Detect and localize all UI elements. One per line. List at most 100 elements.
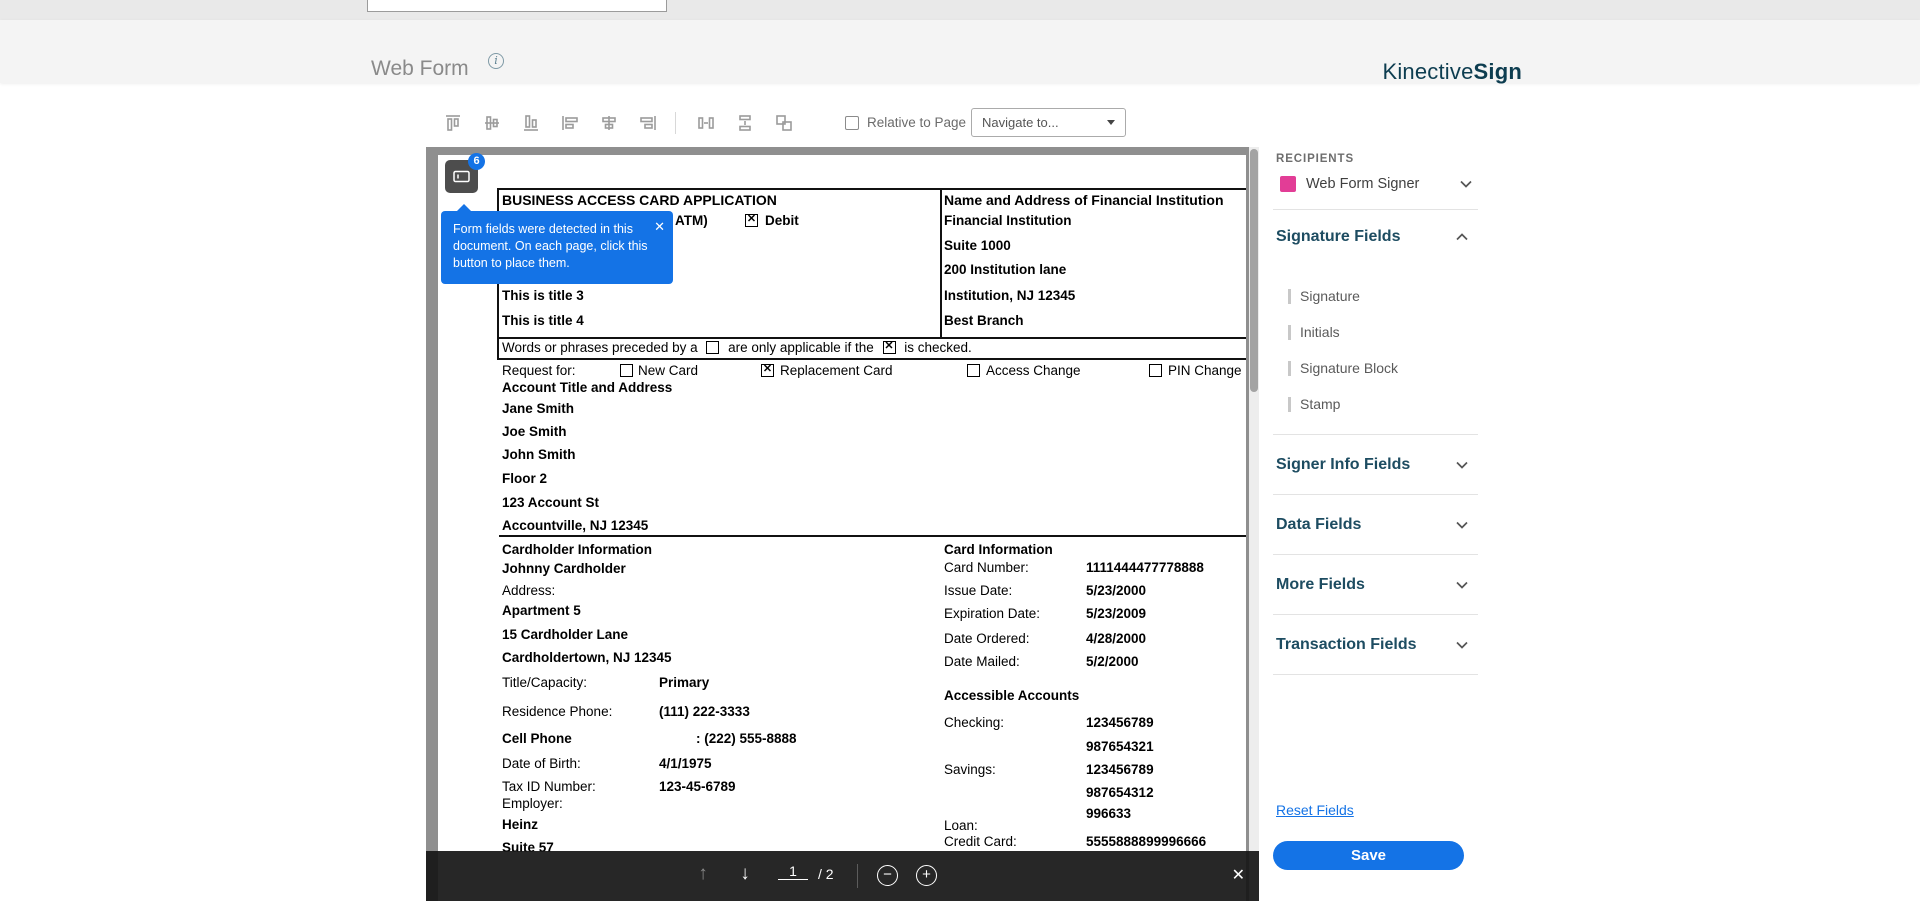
recipients-label: RECIPIENTS — [1273, 147, 1478, 171]
chevron-down-icon[interactable] — [1460, 180, 1472, 188]
words-post: is checked. — [904, 340, 972, 355]
scrollbar-thumb[interactable] — [1250, 149, 1258, 392]
form-field-icon — [452, 167, 471, 186]
section-title: More Fields — [1276, 576, 1365, 594]
field-item-signature[interactable]: Signature — [1273, 278, 1478, 314]
cardholder-row-value: : (222) 555-8888 — [696, 730, 797, 747]
chevron-down-icon[interactable] — [1456, 581, 1468, 589]
cardholder-address-line: Cardholdertown, NJ 12345 — [502, 649, 672, 666]
align-bottom-icon[interactable] — [516, 110, 546, 136]
cardholder-row-label: Date of Birth: — [502, 755, 581, 772]
chevron-down-icon[interactable] — [1456, 641, 1468, 649]
recipient-selector[interactable]: Web Form Signer — [1273, 171, 1478, 203]
top-strip — [0, 0, 1920, 20]
field-count-badge: 6 — [468, 153, 485, 170]
doc-account-heading: Account Title and Address — [502, 379, 672, 396]
section-signature-fields[interactable]: Signature Fields — [1273, 210, 1478, 264]
zoom-in-button[interactable]: + — [916, 865, 937, 886]
section-title: Transaction Fields — [1276, 636, 1416, 654]
align-left-icon[interactable] — [555, 110, 585, 136]
page-number-input[interactable] — [778, 863, 808, 880]
doc-fi-line: Financial Institution — [944, 212, 1072, 229]
doc-debit-label: Debit — [765, 212, 799, 229]
section-data-fields[interactable]: Data Fields — [1273, 495, 1478, 555]
field-item-initials[interactable]: Initials — [1273, 314, 1478, 350]
doc-cardholder-heading: Cardholder Information — [502, 541, 652, 558]
field-item-label: Stamp — [1300, 396, 1340, 412]
account-row-value: 987654321 — [1086, 738, 1154, 755]
section-title: Signer Info Fields — [1276, 456, 1410, 474]
checkbox-unchecked-icon — [706, 341, 719, 354]
chevron-down-icon[interactable] — [1456, 461, 1468, 469]
request-option: New Card — [638, 362, 698, 379]
reset-fields-link[interactable]: Reset Fields — [1276, 802, 1354, 818]
save-button[interactable]: Save — [1273, 841, 1464, 870]
cardholder-address-label: Address: — [502, 582, 555, 599]
checkbox-unchecked-icon — [845, 116, 859, 130]
drag-handle-icon — [1288, 289, 1291, 304]
info-icon[interactable]: i — [488, 53, 504, 69]
relative-to-page-checkbox[interactable]: Relative to Page — [845, 115, 966, 130]
cardholder-address-line: Apartment 5 — [502, 602, 581, 619]
checkbox-unchecked-icon — [1149, 364, 1162, 377]
account-line: Jane Smith — [502, 400, 574, 417]
field-item-stamp[interactable]: Stamp — [1273, 386, 1478, 422]
brand-kinective: Kinective — [1382, 59, 1473, 84]
section-title: Signature Fields — [1276, 228, 1400, 246]
page-title: Web Form — [371, 57, 469, 81]
field-item-signature-block[interactable]: Signature Block — [1273, 350, 1478, 386]
align-right-icon[interactable] — [633, 110, 663, 136]
cardholder-row-label: Title/Capacity: — [502, 674, 587, 691]
align-top-icon[interactable] — [438, 110, 468, 136]
section-signer-info-fields[interactable]: Signer Info Fields — [1273, 435, 1478, 495]
cardinfo-row-value: 1111444477778888 — [1086, 559, 1204, 576]
chevron-up-icon[interactable] — [1456, 233, 1468, 241]
cardinfo-row-label: Date Mailed: — [944, 653, 1020, 670]
request-option: Replacement Card — [780, 362, 893, 379]
account-line: John Smith — [502, 446, 576, 463]
section-more-fields[interactable]: More Fields — [1273, 555, 1478, 615]
page-down-icon[interactable]: ↓ — [732, 863, 758, 885]
match-size-icon[interactable] — [769, 110, 799, 136]
brand-logo: KinectiveSign — [1382, 59, 1522, 85]
cardholder-row-label: Cell Phone — [502, 730, 572, 747]
close-icon[interactable]: ✕ — [654, 218, 665, 235]
toolbar-separator — [675, 112, 676, 134]
cardinfo-row-label: Issue Date: — [944, 582, 1012, 599]
employer-line: Heinz — [502, 816, 538, 833]
doc-words-row: Words or phrases preceded by a are only … — [502, 339, 972, 356]
drag-handle-icon — [1288, 361, 1291, 376]
cardinfo-row-label: Expiration Date: — [944, 605, 1040, 622]
field-item-label: Signature — [1300, 288, 1360, 304]
distribute-vertical-icon[interactable] — [730, 110, 760, 136]
section-divider — [499, 535, 1246, 537]
doc-cardinfo-heading: Card Information — [944, 541, 1053, 558]
account-line: 123 Account St — [502, 494, 599, 511]
page-up-icon[interactable]: ↑ — [690, 863, 716, 885]
account-row-value: 5555888899996666 — [1086, 833, 1206, 850]
field-detection-tooltip: Form fields were detected in this docume… — [441, 211, 673, 284]
cardinfo-row-label: Card Number: — [944, 559, 1029, 576]
checkbox-unchecked-icon — [967, 364, 980, 377]
place-fields-button[interactable]: 6 — [445, 160, 478, 193]
checkbox-checked-icon — [883, 341, 896, 354]
navigate-dropdown[interactable]: Navigate to... — [971, 108, 1126, 137]
account-row-value: 987654312 — [1086, 784, 1154, 801]
cardholder-row-value: 4/1/1975 — [659, 755, 712, 772]
navigate-dropdown-label: Navigate to... — [982, 115, 1107, 130]
partial-tab — [367, 0, 667, 12]
vertical-scrollbar[interactable] — [1249, 147, 1259, 901]
align-center-icon[interactable] — [594, 110, 624, 136]
account-row-label: Savings: — [944, 761, 996, 778]
chevron-down-icon[interactable] — [1456, 521, 1468, 529]
doc-fi-line: Institution, NJ 12345 — [944, 287, 1075, 304]
checkbox-checked-icon — [761, 364, 774, 377]
document-viewer: BUSINESS ACCESS CARD APPLICATION ATM) De… — [426, 147, 1259, 901]
section-transaction-fields[interactable]: Transaction Fields — [1273, 615, 1478, 675]
zoom-out-button[interactable]: − — [877, 865, 898, 886]
cardholder-address-line: 15 Cardholder Lane — [502, 626, 628, 643]
align-middle-icon[interactable] — [477, 110, 507, 136]
close-toolbar-icon[interactable]: ✕ — [1232, 865, 1245, 885]
distribute-horizontal-icon[interactable] — [691, 110, 721, 136]
accessible-accounts-heading: Accessible Accounts — [944, 687, 1079, 704]
